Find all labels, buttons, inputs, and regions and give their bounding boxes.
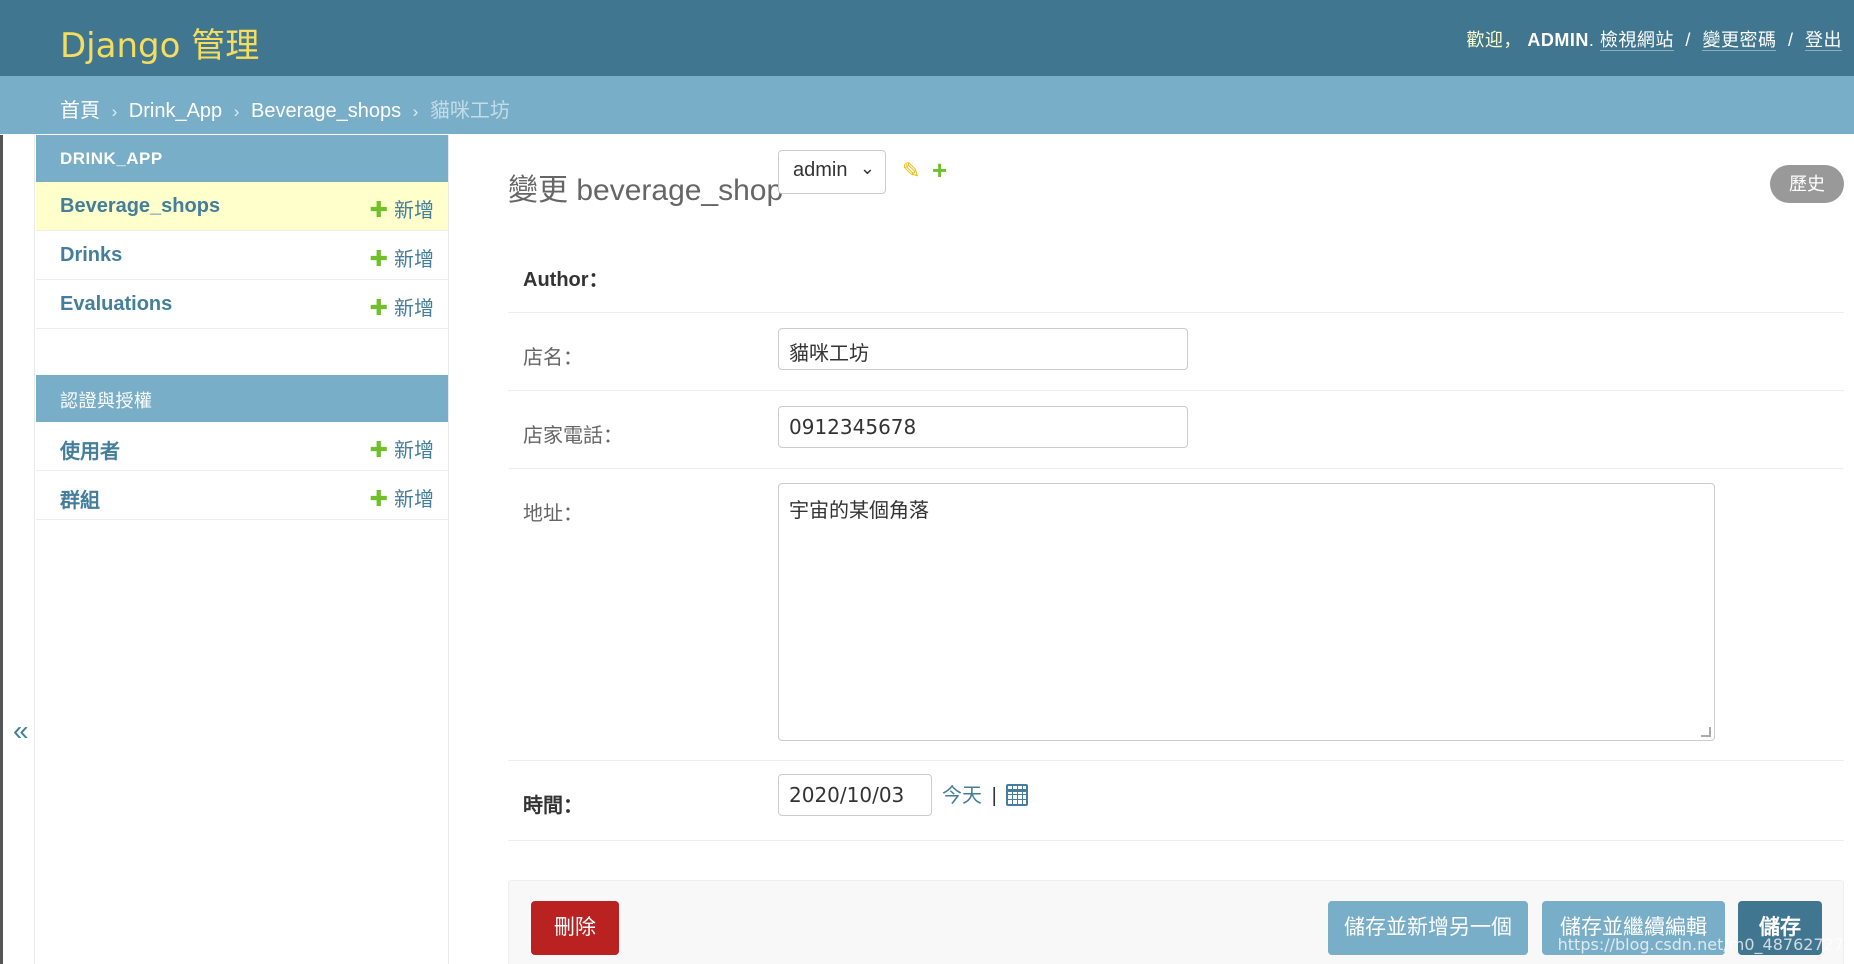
add-label: 新增 bbox=[394, 249, 434, 271]
module-gap bbox=[36, 329, 448, 375]
resize-grip-icon[interactable] bbox=[1701, 727, 1711, 737]
breadcrumb-separator: › bbox=[111, 102, 118, 121]
today-link[interactable]: 今天 bbox=[942, 785, 982, 807]
author-select-value: admin bbox=[793, 159, 848, 181]
change-password-link[interactable]: 變更密碼 bbox=[1702, 30, 1777, 51]
logout-link[interactable]: 登出 bbox=[1805, 30, 1842, 51]
add-link[interactable]: ✚ 新增 bbox=[370, 243, 434, 272]
add-label: 新增 bbox=[394, 200, 434, 222]
user-name: ADMIN bbox=[1527, 30, 1589, 50]
plus-icon: ✚ bbox=[369, 295, 388, 320]
sidebar-item-label[interactable]: Evaluations bbox=[60, 293, 172, 316]
add-link[interactable]: ✚ 新增 bbox=[370, 434, 434, 463]
breadcrumb-app[interactable]: Drink_App bbox=[129, 100, 222, 122]
sidebar-item-users[interactable]: 使用者 ✚ 新增 bbox=[36, 422, 448, 471]
header: Django 管理 歡迎， ADMIN. 檢視網站 / 變更密碼 / 登出 bbox=[0, 0, 1854, 76]
watermark: https://blog.csdn.net/m0_48762727 bbox=[1557, 935, 1844, 954]
delete-button[interactable]: 刪除 bbox=[531, 901, 619, 955]
add-link[interactable]: ✚ 新增 bbox=[370, 194, 434, 223]
view-site-link[interactable]: 檢視網站 bbox=[1599, 30, 1674, 51]
sidebar-item-label[interactable]: Beverage_shops bbox=[60, 195, 220, 218]
phone-input[interactable]: 0912345678 bbox=[778, 406, 1188, 448]
author-select[interactable]: admin ⌄ bbox=[778, 150, 886, 194]
breadcrumb-model[interactable]: Beverage_shops bbox=[251, 100, 401, 122]
add-link[interactable]: ✚ 新增 bbox=[370, 292, 434, 321]
welcome-text: 歡迎， bbox=[1466, 30, 1522, 50]
shop-name-label: 店名： bbox=[523, 347, 583, 369]
shop-name-input[interactable]: 貓咪工坊 bbox=[778, 328, 1188, 370]
sidebar-item-evaluations[interactable]: Evaluations ✚ 新增 bbox=[36, 280, 448, 329]
sidebar-item-groups[interactable]: 群組 ✚ 新增 bbox=[36, 471, 448, 520]
address-label: 地址： bbox=[523, 503, 583, 525]
plus-icon: ✚ bbox=[369, 437, 388, 462]
plus-icon: ✚ bbox=[369, 246, 388, 271]
shortcut-divider: | bbox=[991, 785, 997, 807]
form-row-author: Author： bbox=[508, 235, 1844, 313]
user-tools: 歡迎， ADMIN. 檢視網站 / 變更密碼 / 登出 bbox=[1466, 30, 1842, 51]
breadcrumb: 首頁 › Drink_App › Beverage_shops › 貓咪工坊 bbox=[0, 76, 1854, 134]
sidebar-item-label[interactable]: 使用者 bbox=[60, 435, 120, 464]
form-row-time: 時間： bbox=[508, 761, 1844, 841]
separator: / bbox=[1787, 30, 1794, 50]
add-link[interactable]: ✚ 新增 bbox=[370, 483, 434, 512]
address-value: 宇宙的某個角落 bbox=[789, 498, 929, 522]
history-button[interactable]: 歷史 bbox=[1770, 165, 1844, 203]
sidebar-item-beverage-shops[interactable]: Beverage_shops ✚ 新增 bbox=[36, 182, 448, 231]
date-shortcuts: 今天 | bbox=[942, 779, 1029, 808]
address-textarea[interactable]: 宇宙的某個角落 bbox=[778, 483, 1715, 741]
time-label: 時間： bbox=[523, 795, 583, 817]
chevron-down-icon: ⌄ bbox=[859, 158, 875, 178]
add-label: 新增 bbox=[394, 298, 434, 320]
sidebar-item-label[interactable]: 群組 bbox=[60, 484, 100, 513]
breadcrumb-separator: › bbox=[412, 102, 419, 121]
pencil-icon[interactable]: ✎ bbox=[902, 158, 920, 184]
nav-sidebar: DRINK_APP Beverage_shops ✚ 新增 Drinks ✚ 新增 … bbox=[36, 135, 449, 964]
plus-icon[interactable]: + bbox=[932, 155, 947, 186]
date-input[interactable]: 2020/10/03 bbox=[778, 774, 932, 816]
sidebar-item-label[interactable]: Drinks bbox=[60, 244, 122, 267]
phone-label: 店家電話： bbox=[523, 425, 623, 447]
author-label: Author： bbox=[523, 269, 609, 291]
add-label: 新增 bbox=[394, 489, 434, 511]
breadcrumb-home[interactable]: 首頁 bbox=[60, 100, 100, 122]
save-and-add-another-button[interactable]: 儲存並新增另一個 bbox=[1328, 901, 1528, 955]
module-caption-drink-app[interactable]: DRINK_APP bbox=[36, 135, 448, 182]
sidebar-toggle[interactable]: « bbox=[3, 135, 35, 964]
sidebar-item-drinks[interactable]: Drinks ✚ 新增 bbox=[36, 231, 448, 280]
separator: / bbox=[1685, 30, 1691, 50]
plus-icon: ✚ bbox=[369, 197, 388, 222]
breadcrumb-separator: › bbox=[233, 102, 240, 121]
module-caption-auth[interactable]: 認證與授權 bbox=[36, 375, 448, 422]
breadcrumb-current: 貓咪工坊 bbox=[429, 100, 510, 122]
add-label: 新增 bbox=[394, 440, 434, 462]
calendar-icon[interactable] bbox=[1006, 784, 1029, 806]
page-title: 變更 beverage_shop bbox=[508, 174, 784, 207]
plus-icon: ✚ bbox=[369, 486, 388, 511]
site-branding[interactable]: Django 管理 bbox=[60, 18, 259, 67]
collapse-sidebar-icon[interactable]: « bbox=[13, 715, 29, 747]
